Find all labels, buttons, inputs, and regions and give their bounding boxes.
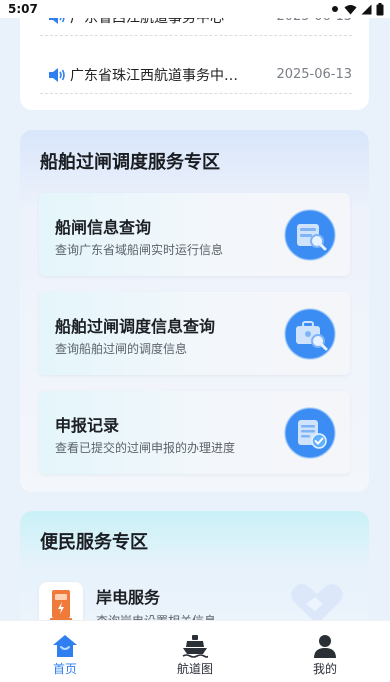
signal-icon [332, 6, 338, 12]
home-scroll-content[interactable]: 广东省西江航道事务中心 2025-06-13 广东省珠江西航道事务中… 2025… [0, 0, 390, 620]
card-title: 船舶过闸调度信息查询 [55, 317, 216, 336]
notice-date: 2025-06-13 [276, 67, 352, 82]
shore-power-item[interactable]: 岸电服务 查询岸电设置相关信息 [39, 582, 350, 620]
card-title: 申报记录 [55, 416, 120, 435]
shore-power-icon [39, 582, 83, 620]
bottom-tab-bar: 首页 航道图 我的 [0, 620, 390, 682]
tab-label: 首页 [52, 662, 77, 676]
wifi-icon [344, 4, 357, 14]
card-desc: 查询广东省域船闸实时运行信息 [55, 243, 224, 257]
status-bar: 5:07 [0, 0, 390, 18]
item-desc: 查询岸电设置相关信息 [96, 612, 216, 620]
lock-info-search-icon [284, 209, 336, 261]
card-title: 船闸信息查询 [55, 218, 152, 237]
lock-info-query-card[interactable]: 船闸信息查询 查询广东省域船闸实时运行信息 [39, 193, 350, 276]
status-icons [330, 2, 384, 16]
item-title: 岸电服务 [96, 588, 161, 607]
ship-icon [182, 635, 208, 658]
declaration-record-card[interactable]: 申报记录 查看已提交的过闸申报的办理进度 [39, 391, 350, 474]
battery-icon [376, 2, 384, 15]
card-desc: 查看已提交的过闸申报的办理进度 [55, 441, 236, 455]
dispatch-info-query-card[interactable]: 船舶过闸调度信息查询 查询船舶过闸的调度信息 [39, 292, 350, 375]
dispatch-search-icon [284, 308, 336, 360]
lock-dispatch-section: 船舶过闸调度服务专区 船闸信息查询 查询广东省域船闸实时运行信息 船舶过闸调度信… [20, 130, 369, 492]
notice-title: 广东省珠江西航道事务中… [70, 67, 238, 84]
user-icon [314, 635, 336, 658]
tab-label: 我的 [312, 662, 337, 676]
declaration-record-icon [284, 407, 336, 459]
home-icon [53, 635, 77, 657]
tab-waterway-map[interactable]: 航道图 [130, 621, 260, 682]
status-time: 5:07 [8, 2, 38, 16]
tab-profile[interactable]: 我的 [260, 621, 390, 682]
notice-item[interactable]: 广东省珠江西航道事务中… 2025-06-13 [40, 56, 352, 94]
handshake-icon [291, 584, 343, 620]
card-desc: 查询船舶过闸的调度信息 [55, 342, 188, 356]
public-service-section: 便民服务专区 岸电服务 查询岸电设置相关信息 [20, 511, 369, 620]
section-title: 船舶过闸调度服务专区 [40, 152, 220, 173]
cellular-icon [361, 4, 372, 14]
speaker-icon [46, 67, 68, 83]
tab-home[interactable]: 首页 [0, 621, 130, 682]
section-title: 便民服务专区 [40, 532, 148, 553]
tab-label: 航道图 [176, 662, 213, 676]
